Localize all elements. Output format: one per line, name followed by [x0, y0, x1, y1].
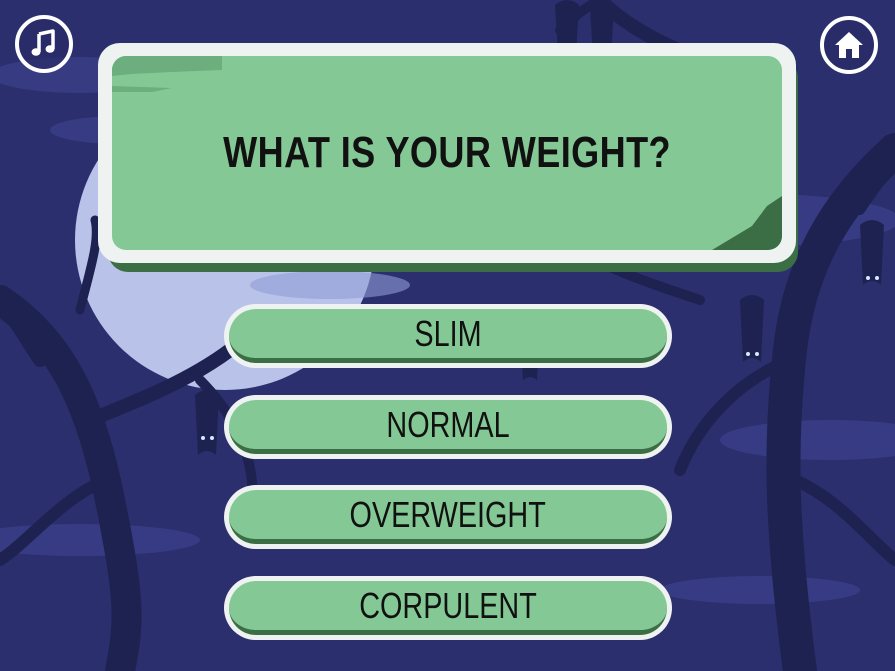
answer-label: OVERWEIGHT	[349, 493, 547, 535]
answer-label: SLIM	[414, 312, 482, 354]
home-button[interactable]	[820, 16, 878, 74]
answer-button-normal[interactable]: NORMAL	[224, 395, 672, 459]
answer-button-slim[interactable]: SLIM	[224, 304, 672, 368]
answer-button-fill: SLIM	[229, 309, 667, 363]
answer-button-corpulent[interactable]: CORPULENT	[224, 576, 672, 640]
answer-button-overweight[interactable]: OVERWEIGHT	[224, 485, 672, 549]
answer-button-fill: NORMAL	[229, 400, 667, 454]
question-text: WHAT IS YOUR WEIGHT?	[223, 128, 671, 177]
music-button[interactable]	[15, 15, 73, 73]
home-icon	[835, 32, 863, 58]
answer-button-fill: CORPULENT	[229, 581, 667, 635]
question-box: WHAT IS YOUR WEIGHT?	[112, 56, 782, 250]
answer-label: CORPULENT	[359, 584, 537, 626]
answer-button-fill: OVERWEIGHT	[229, 490, 667, 544]
answer-label: NORMAL	[386, 403, 510, 445]
music-note-icon	[31, 29, 55, 56]
